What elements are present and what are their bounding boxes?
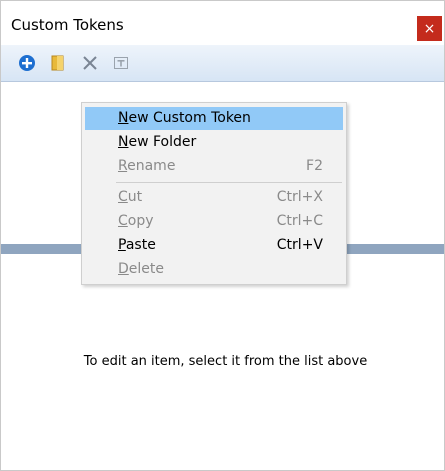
mnemonic-letter: N bbox=[118, 110, 129, 126]
shortcut-label: Ctrl+X bbox=[276, 189, 323, 205]
close-button[interactable]: × bbox=[417, 16, 442, 41]
menu-item-label: elete bbox=[128, 261, 164, 277]
toolbar bbox=[1, 45, 444, 82]
edit-hint-text: To edit an item, select it from the list… bbox=[83, 354, 368, 369]
mnemonic-letter: D bbox=[118, 261, 129, 277]
mnemonic-letter: C bbox=[118, 189, 128, 205]
menu-item-label: aste bbox=[125, 237, 156, 253]
close-icon: × bbox=[423, 20, 436, 37]
new-folder-button[interactable] bbox=[48, 53, 68, 73]
menu-item-delete[interactable]: Delete bbox=[85, 258, 343, 281]
context-menu: New Custom Token New Folder Rename F2 Cu… bbox=[81, 102, 347, 285]
add-circle-icon bbox=[19, 55, 35, 71]
title-bar: Custom Tokens × bbox=[1, 1, 444, 45]
rename-icon bbox=[114, 57, 128, 69]
mnemonic-letter: R bbox=[118, 158, 128, 174]
new-folder-icon bbox=[51, 55, 64, 71]
menu-separator bbox=[116, 182, 342, 183]
mnemonic-letter: C bbox=[118, 213, 128, 229]
menu-item-new-folder[interactable]: New Folder bbox=[85, 131, 343, 154]
shortcut-label: Ctrl+C bbox=[276, 213, 323, 229]
window-title: Custom Tokens bbox=[11, 16, 124, 34]
rename-button[interactable] bbox=[111, 53, 131, 73]
menu-item-label: opy bbox=[127, 213, 154, 229]
delete-x-icon bbox=[83, 56, 97, 70]
custom-tokens-window: Custom Tokens × To edit an item, select … bbox=[0, 0, 445, 471]
menu-item-label: ew Folder bbox=[128, 134, 197, 150]
mnemonic-letter: N bbox=[118, 134, 129, 150]
shortcut-label: F2 bbox=[306, 158, 323, 174]
menu-item-paste[interactable]: Paste Ctrl+V bbox=[85, 234, 343, 257]
menu-item-cut[interactable]: Cut Ctrl+X bbox=[85, 186, 343, 209]
add-token-button[interactable] bbox=[17, 53, 37, 73]
menu-item-label: ut bbox=[127, 189, 143, 205]
menu-item-copy[interactable]: Copy Ctrl+C bbox=[85, 210, 343, 233]
menu-item-new-custom-token[interactable]: New Custom Token bbox=[85, 107, 343, 130]
mnemonic-letter: P bbox=[118, 237, 126, 253]
detail-panel: To edit an item, select it from the list… bbox=[1, 254, 444, 470]
menu-item-label: ew Custom Token bbox=[128, 110, 251, 126]
shortcut-label: Ctrl+V bbox=[276, 237, 323, 253]
menu-item-label: ename bbox=[127, 158, 176, 174]
menu-item-rename[interactable]: Rename F2 bbox=[85, 155, 343, 178]
delete-button[interactable] bbox=[80, 53, 100, 73]
